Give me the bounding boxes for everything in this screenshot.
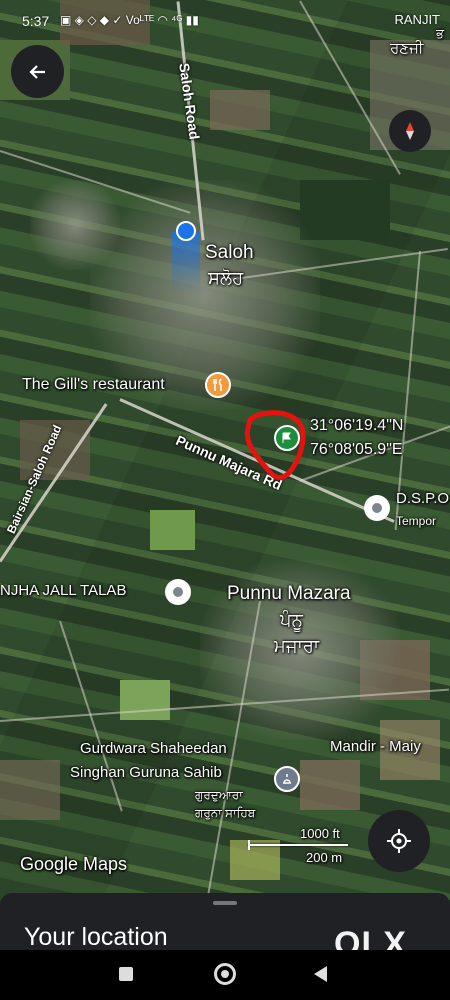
road (394, 250, 421, 531)
place-pin-icon[interactable] (165, 579, 191, 605)
your-location-title: Your location (24, 923, 168, 950)
google-maps-attribution: Google Maps (20, 854, 128, 874)
gurdwara-label-line1[interactable]: Gurdwara Shaheedan (80, 740, 227, 757)
saloh-road-label: Saloh Road (176, 62, 203, 141)
back-nav-icon[interactable] (312, 965, 328, 983)
status-bar: 5:37 ▣ ◈ ◇ ◆ ✓ Voᴸᵀᴱ ◠ ⁴ᴳ ▮▮ RANJIT (0, 0, 450, 36)
field-patch (230, 840, 280, 880)
compass-button[interactable] (389, 110, 431, 152)
punnu-mazara-label: Punnu Mazara (227, 583, 351, 604)
gurdwara-label-line2[interactable]: Singhan Guruna Sahib (70, 764, 222, 781)
field-patch (300, 760, 360, 810)
saloh-label: Saloh (205, 242, 254, 263)
mandir-label[interactable]: Mandir - Maiy (330, 738, 421, 755)
dropped-pin-flag-icon[interactable] (274, 425, 300, 451)
gurdwara-punjabi-label-2: ਗਰੁਨਾ ਸਾਹਿਬ (195, 806, 256, 820)
back-button[interactable] (11, 45, 64, 98)
jall-talab-label[interactable]: NJHA JALL TALAB (0, 582, 126, 599)
saloh-punjabi-label: ਸਲੋਹ (208, 268, 244, 288)
scale-feet-label: 1000 ft (300, 826, 340, 841)
current-location-dot[interactable] (176, 221, 196, 241)
restaurant-icon[interactable] (205, 372, 231, 398)
scale-meters-label: 200 m (306, 850, 343, 865)
compass-icon (406, 122, 414, 140)
ranjit-punjabi-label: ਰਣਜੀ (390, 40, 424, 57)
punnu-punjabi-label-1: ਪੰਨੂ (280, 610, 303, 630)
recents-button[interactable] (119, 967, 133, 981)
field-patch (120, 680, 170, 720)
crosshair-icon (387, 829, 411, 853)
scale-bar-tick (248, 840, 250, 850)
my-location-button[interactable] (368, 810, 430, 872)
punnu-punjabi-label-2: ਮਜਾਰਾ (274, 636, 320, 656)
dsp-sub-label: Tempor (396, 514, 437, 528)
back-arrow-icon (28, 64, 45, 79)
gurdwara-icon[interactable] (274, 766, 300, 792)
satellite-map[interactable]: Saloh Road Punnu Majara Rd Bairsian-Salo… (0, 0, 450, 900)
sheet-drag-handle[interactable] (213, 901, 237, 905)
bottom-sheet[interactable]: Your location OLX (0, 893, 450, 950)
settlement-area (30, 180, 120, 270)
olx-watermark: OLX (334, 925, 407, 950)
status-icons: ▣ ◈ ◇ ◆ ✓ Voᴸᵀᴱ ◠ ⁴ᴳ ▮▮ (60, 13, 199, 27)
scale-bar (248, 844, 348, 846)
dsp-label[interactable]: D.S.P.O (396, 490, 449, 507)
gurdwara-punjabi-label-1: ਗੁਰਦੁਆਰਾ (195, 788, 243, 802)
status-operator: RANJIT (394, 12, 441, 27)
longitude-label: 76°08'05.9"E (310, 441, 403, 458)
status-time: 5:37 (22, 13, 50, 29)
field-patch (210, 90, 270, 130)
latitude-label: 31°06'19.4"N (310, 417, 404, 434)
system-navigation-bar (0, 950, 450, 1000)
home-icon-dot (221, 970, 229, 978)
gills-restaurant-label[interactable]: The Gill's restaurant (22, 376, 165, 394)
home-button[interactable] (214, 963, 236, 985)
field-patch (0, 760, 60, 820)
place-pin-icon[interactable] (364, 495, 390, 521)
field-patch (150, 510, 195, 550)
location-accuracy-beam (172, 232, 200, 292)
